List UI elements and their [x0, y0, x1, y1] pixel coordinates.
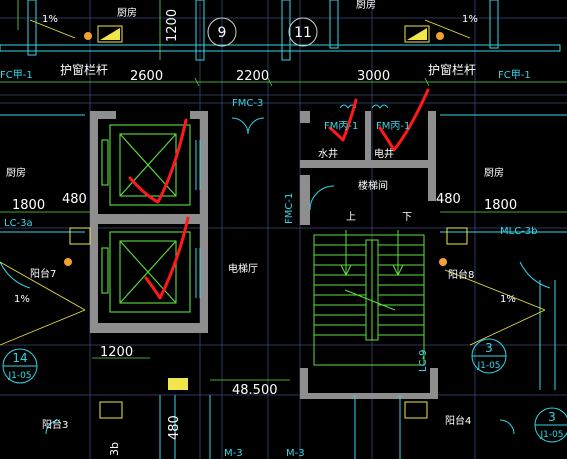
fc-right-tag: FC甲-1	[498, 70, 531, 81]
dim-480-bottom: 480	[167, 415, 182, 440]
kitchen-top-label: 厨房	[117, 6, 137, 19]
elec-shaft-label: 电井	[374, 147, 394, 160]
axis-label-11: 11	[294, 25, 312, 41]
slope-2: 1%	[462, 14, 478, 25]
text-axes: 9 11	[218, 25, 312, 41]
dimension-lines	[0, 0, 567, 381]
fmc1-tag: FMC-1	[284, 193, 295, 224]
callout-3-right-number: 3	[548, 410, 556, 424]
lc3a-tag: LC-3a	[4, 218, 33, 229]
dim-3000: 3000	[357, 69, 390, 84]
railing-left-label: 护窗栏杆	[60, 62, 108, 77]
fmc3-tag: FMC-3	[232, 98, 263, 109]
check-mark-elevator-1	[128, 118, 188, 204]
callout-14-number: 14	[12, 351, 27, 365]
slope-1: 1%	[42, 14, 58, 25]
dim-1800-right: 1800	[484, 198, 517, 213]
stair-front-label: 楼梯间	[358, 179, 388, 192]
balcony-7-label: 阳台7	[30, 267, 56, 280]
dim-1200-top: 1200	[165, 9, 180, 42]
check-mark-shaft-1	[328, 98, 358, 142]
dim-2600: 2600	[130, 69, 163, 84]
dim-48500: 48.500	[232, 383, 278, 398]
callout-3-ref: J1-05	[476, 361, 500, 371]
fm-a-tag: FM丙-1	[324, 121, 358, 132]
check-mark-shaft-2	[378, 88, 430, 152]
slope-3: 1%	[14, 294, 30, 305]
balcony-4-label: 阳台4	[445, 414, 471, 427]
dim-480-left: 480	[62, 192, 87, 207]
axis-label-9: 9	[218, 25, 227, 41]
dim-2200: 2200	[236, 69, 269, 84]
dim-3b: 3b	[108, 442, 121, 456]
kitchen-top-right-label: 厨房	[356, 0, 376, 11]
m3-right-tag: M-3	[286, 448, 305, 459]
water-shaft-label: 水井	[318, 147, 338, 160]
mlc3b-tag: MLC-3b	[500, 226, 538, 237]
slope-4: 1%	[500, 294, 516, 305]
balcony-8-label: 阳台8	[448, 268, 474, 281]
elevator-hall-label: 电梯厅	[228, 262, 258, 275]
down-label: 下	[402, 212, 412, 223]
callout-14-ref: J1-05	[7, 371, 31, 381]
callout-3-right-ref: J1-05	[539, 430, 563, 440]
check-mark-elevator-2	[144, 216, 190, 300]
dim-480-right: 480	[436, 192, 461, 207]
m3-left-tag: M-3	[224, 448, 243, 459]
lc9-tag: LC-9	[418, 349, 429, 372]
kitchen-right-label: 厨房	[484, 166, 504, 179]
text-tags: FC甲-1 FC甲-1 FMC-3 FM丙-1 FM丙-1 LC-3a MLC-…	[0, 70, 538, 459]
up-label: 上	[346, 211, 356, 223]
cad-floor-plan: 2600 2200 3000 1800 1800 480 480 1200 48…	[0, 0, 567, 459]
railing-right-label: 护窗栏杆	[428, 62, 476, 77]
kitchen-left-label: 厨房	[6, 166, 26, 179]
callout-3-number: 3	[485, 341, 493, 355]
fc-left-tag: FC甲-1	[0, 70, 33, 81]
detail-callouts	[2, 338, 567, 443]
balcony-3-label: 阳台3	[42, 418, 68, 431]
dim-1200-bottom: 1200	[100, 345, 133, 360]
dim-1800-left: 1800	[12, 198, 45, 213]
fm-b-tag: FM丙-1	[376, 121, 410, 132]
